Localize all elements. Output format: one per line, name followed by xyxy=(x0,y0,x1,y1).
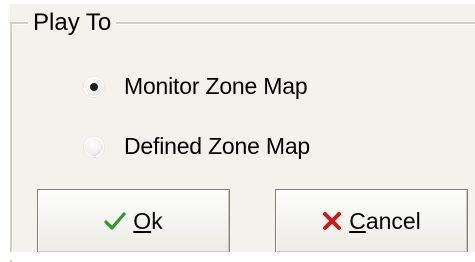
checkmark-icon xyxy=(104,211,126,231)
cancel-button[interactable]: Cancel xyxy=(275,189,468,253)
ok-button[interactable]: Ok xyxy=(37,189,230,253)
x-icon xyxy=(322,211,342,231)
ok-accelerator: O xyxy=(133,207,152,234)
radio-monitor-zone-map[interactable]: Monitor Zone Map xyxy=(84,73,308,100)
radio-label-monitor-zone-map: Monitor Zone Map xyxy=(124,73,308,99)
cancel-label-rest: ancel xyxy=(365,207,421,234)
group-title: Play To xyxy=(28,10,117,36)
play-to-dialog: Play To Monitor Zone Map Defined Zone Ma… xyxy=(0,0,475,262)
left-margin xyxy=(0,0,10,260)
ok-label-rest: k xyxy=(151,207,163,234)
bottom-margin xyxy=(0,252,475,260)
radio-button-checked[interactable] xyxy=(84,76,104,97)
ok-label: Ok xyxy=(133,208,162,235)
cancel-label: Cancel xyxy=(349,208,421,235)
radio-button-unchecked[interactable] xyxy=(84,136,104,157)
cancel-accelerator: C xyxy=(349,207,366,234)
radio-defined-zone-map[interactable]: Defined Zone Map xyxy=(84,133,310,160)
top-margin xyxy=(0,0,475,4)
radio-label-defined-zone-map: Defined Zone Map xyxy=(124,133,311,159)
